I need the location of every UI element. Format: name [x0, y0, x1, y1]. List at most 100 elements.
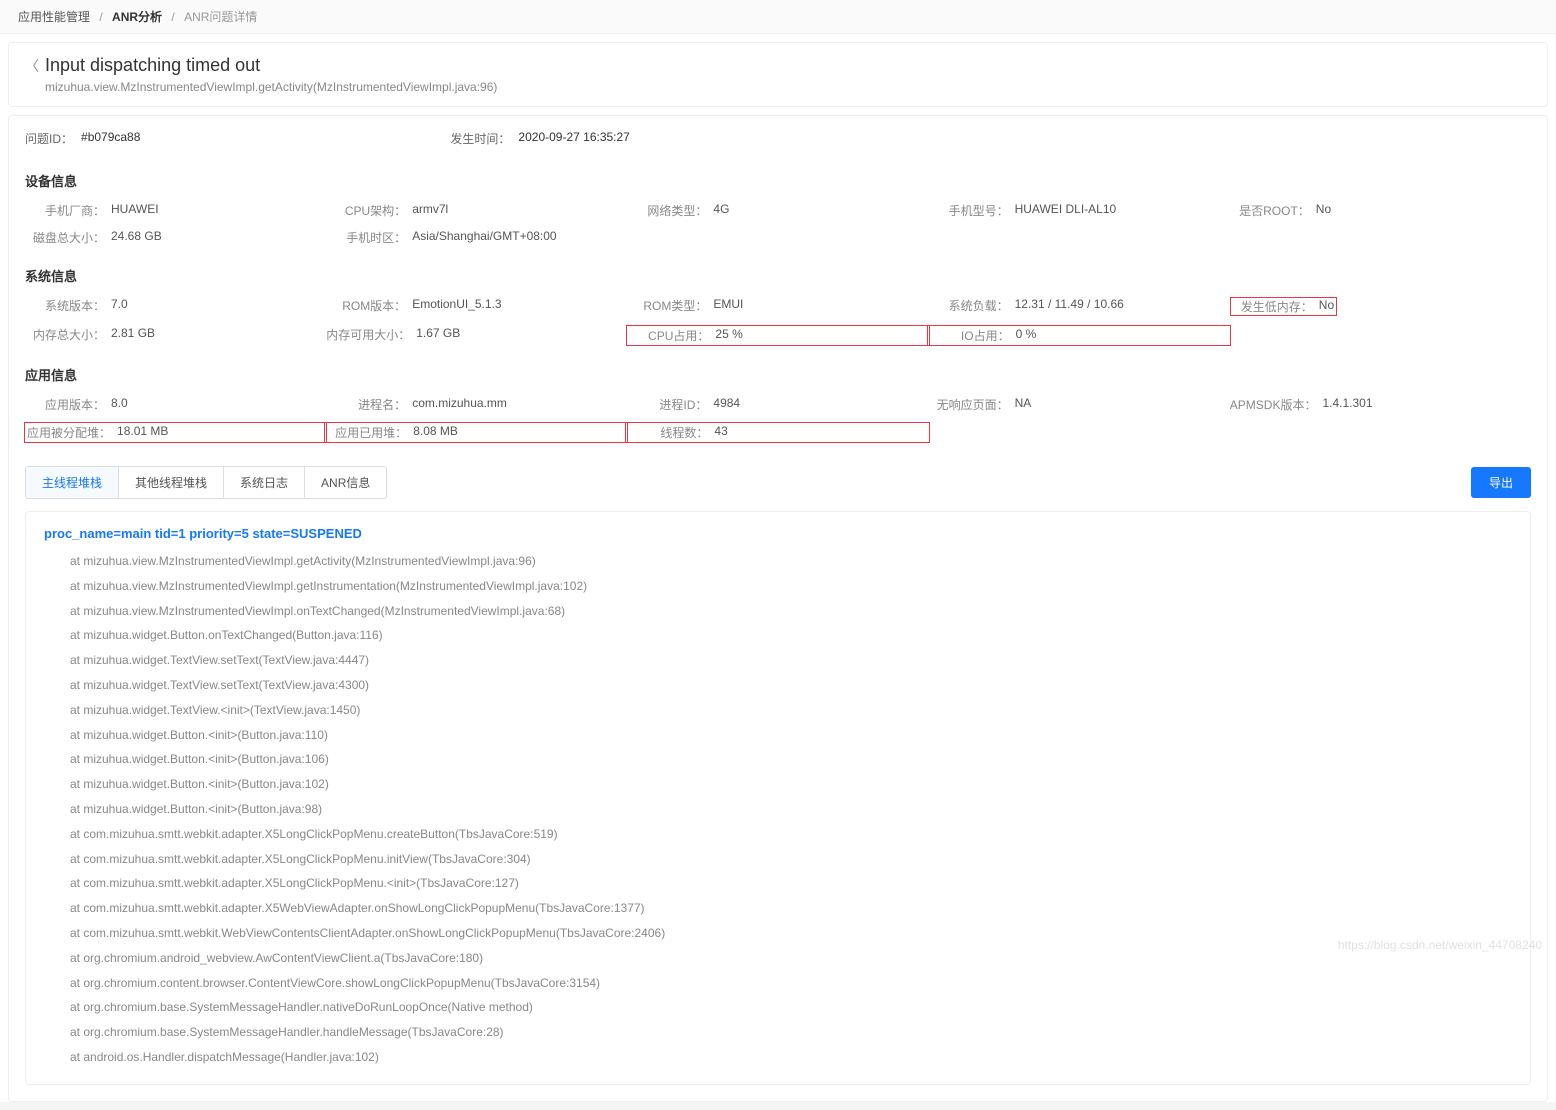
sys-ver-label: 系统版本：: [25, 297, 105, 316]
load-value: 12.31 / 11.49 / 10.66: [1015, 297, 1124, 316]
used-highlight: 应用已用堆： 8.08 MB: [325, 423, 627, 442]
disk-value: 24.68 GB: [111, 229, 162, 246]
lowmem-value: No: [1319, 298, 1334, 315]
tz-label: 手机时区：: [326, 229, 406, 246]
proc-name-label: 进程名：: [326, 396, 406, 413]
stack-panel: proc_name=main tid=1 priority=5 state=SU…: [25, 511, 1531, 1085]
alloc-label: 应用被分配堆：: [27, 424, 111, 441]
lowmem-label: 发生低内存：: [1233, 298, 1313, 315]
mem-total-value: 2.81 GB: [111, 326, 155, 345]
rom-type-value: EMUI: [713, 297, 743, 316]
stack-line: at mizuhua.widget.Button.<init>(Button.j…: [44, 747, 1512, 772]
stack-line: at android.os.Handler.dispatchMessage(Ha…: [44, 1045, 1512, 1070]
rom-ver-value: EmotionUI_5.1.3: [412, 297, 501, 316]
breadcrumb-item-2[interactable]: ANR分析: [112, 10, 162, 24]
breadcrumb-item-1[interactable]: 应用性能管理: [18, 10, 90, 24]
meta-row: 问题ID： #b079ca88 发生时间： 2020-09-27 16:35:2…: [25, 116, 1531, 161]
tab-other-thread-stack[interactable]: 其他线程堆栈: [119, 467, 224, 498]
stack-line: at mizuhua.widget.TextView.setText(TextV…: [44, 648, 1512, 673]
stack-line: at mizuhua.widget.TextView.setText(TextV…: [44, 673, 1512, 698]
stack-line: at com.mizuhua.smtt.webkit.WebViewConten…: [44, 921, 1512, 946]
used-label: 应用已用堆：: [327, 424, 407, 441]
proc-id-value: 4984: [713, 396, 740, 413]
lowmem-highlight: 发生低内存： No: [1230, 297, 1337, 316]
sys-ver-value: 7.0: [111, 297, 128, 316]
stack-line: at com.mizuhua.smtt.webkit.adapter.X5Lon…: [44, 847, 1512, 872]
used-value: 8.08 MB: [413, 424, 458, 441]
io-label: IO占用：: [930, 327, 1010, 344]
tab-system-log[interactable]: 系统日志: [224, 467, 305, 498]
cpu-label: CPU占用：: [629, 327, 709, 344]
root-value: No: [1316, 202, 1331, 219]
breadcrumb-item-3: ANR问题详情: [184, 10, 257, 24]
io-value: 0 %: [1016, 327, 1037, 344]
stack-line: at org.chromium.base.SystemMessageHandle…: [44, 995, 1512, 1020]
problem-id-value: #b079ca88: [81, 130, 140, 147]
net-type-value: 4G: [713, 202, 729, 219]
app-ver-label: 应用版本：: [25, 396, 105, 413]
breadcrumb: 应用性能管理 / ANR分析 / ANR问题详情: [0, 0, 1556, 34]
export-button[interactable]: 导出: [1471, 467, 1531, 498]
alloc-value: 18.01 MB: [117, 424, 168, 441]
cpu-highlight: CPU占用： 25 %: [627, 326, 928, 345]
page-subtitle: mizuhua.view.MzInstrumentedViewImpl.getA…: [45, 80, 1531, 94]
stack-line: at mizuhua.widget.Button.<init>(Button.j…: [44, 797, 1512, 822]
tabs: 主线程堆栈 其他线程堆栈 系统日志 ANR信息: [25, 466, 387, 499]
breadcrumb-sep: /: [99, 10, 102, 24]
app-ver-value: 8.0: [111, 396, 128, 413]
no-resp-label: 无响应页面：: [929, 396, 1009, 413]
net-type-label: 网络类型：: [627, 202, 707, 219]
cpu-value: 25 %: [715, 327, 742, 344]
proc-name-value: com.mizuhua.mm: [412, 396, 507, 413]
section-device-title: 设备信息: [25, 161, 1531, 196]
time-value: 2020-09-27 16:35:27: [518, 130, 629, 147]
rom-ver-label: ROM版本：: [326, 297, 406, 316]
header-panel: 〈 Input dispatching timed out mizuhua.vi…: [8, 42, 1548, 107]
breadcrumb-sep: /: [171, 10, 174, 24]
mem-total-label: 内存总大小：: [25, 326, 105, 345]
device-info-grid: 手机厂商：HUAWEI CPU架构：armv7l 网络类型：4G 手机型号：HU…: [25, 196, 1531, 256]
mem-avail-label: 内存可用大小：: [326, 326, 410, 345]
stack-line: at com.mizuhua.smtt.webkit.adapter.X5Lon…: [44, 822, 1512, 847]
stack-line: at mizuhua.view.MzInstrumentedViewImpl.g…: [44, 574, 1512, 599]
stack-line: at com.mizuhua.smtt.webkit.adapter.X5Lon…: [44, 871, 1512, 896]
proc-id-label: 进程ID：: [627, 396, 707, 413]
problem-id-label: 问题ID：: [25, 130, 73, 147]
alloc-highlight: 应用被分配堆： 18.01 MB: [25, 423, 326, 442]
tab-main-thread-stack[interactable]: 主线程堆栈: [26, 467, 119, 498]
rom-type-label: ROM类型：: [627, 297, 707, 316]
time-label: 发生时间：: [450, 130, 510, 147]
back-icon[interactable]: 〈: [25, 56, 45, 76]
cpu-arch-label: CPU架构：: [326, 202, 406, 219]
model-value: HUAWEI DLI-AL10: [1015, 202, 1117, 219]
section-system-title: 系统信息: [25, 256, 1531, 291]
stack-line: at mizuhua.widget.Button.onTextChanged(B…: [44, 623, 1512, 648]
root-label: 是否ROOT：: [1230, 202, 1310, 219]
system-info-grid: 系统版本： 7.0 ROM版本： EmotionUI_5.1.3 ROM类型： EMU…: [25, 291, 1531, 355]
cpu-arch-value: armv7l: [412, 202, 448, 219]
page-title: Input dispatching timed out: [45, 55, 260, 76]
stack-line: at mizuhua.widget.TextView.<init>(TextVi…: [44, 698, 1512, 723]
tz-value: Asia/Shanghai/GMT+08:00: [412, 229, 556, 246]
threads-value: 43: [714, 424, 727, 441]
disk-label: 磁盘总大小：: [25, 229, 105, 246]
section-app-title: 应用信息: [25, 355, 1531, 390]
no-resp-value: NA: [1015, 396, 1032, 413]
stack-line: at com.mizuhua.smtt.webkit.adapter.X5Web…: [44, 896, 1512, 921]
vendor-value: HUAWEI: [111, 202, 159, 219]
mem-avail-value: 1.67 GB: [416, 326, 460, 345]
stack-line: at mizuhua.view.MzInstrumentedViewImpl.o…: [44, 599, 1512, 624]
watermark: https://blog.csdn.net/weixin_44708240: [1338, 938, 1542, 952]
stack-line: at org.chromium.content.browser.ContentV…: [44, 971, 1512, 996]
threads-label: 线程数：: [628, 424, 708, 441]
stack-header: proc_name=main tid=1 priority=5 state=SU…: [44, 526, 1512, 541]
stack-line: at mizuhua.widget.Button.<init>(Button.j…: [44, 723, 1512, 748]
model-label: 手机型号：: [929, 202, 1009, 219]
io-highlight: IO占用： 0 %: [928, 326, 1230, 345]
tab-anr-info[interactable]: ANR信息: [305, 467, 386, 498]
sdk-value: 1.4.1.301: [1322, 396, 1372, 413]
load-label: 系统负载：: [929, 297, 1009, 316]
tabs-row: 主线程堆栈 其他线程堆栈 系统日志 ANR信息 导出: [25, 466, 1531, 499]
sdk-label: APMSDK版本：: [1230, 396, 1317, 413]
threads-highlight: 线程数： 43: [626, 423, 928, 442]
